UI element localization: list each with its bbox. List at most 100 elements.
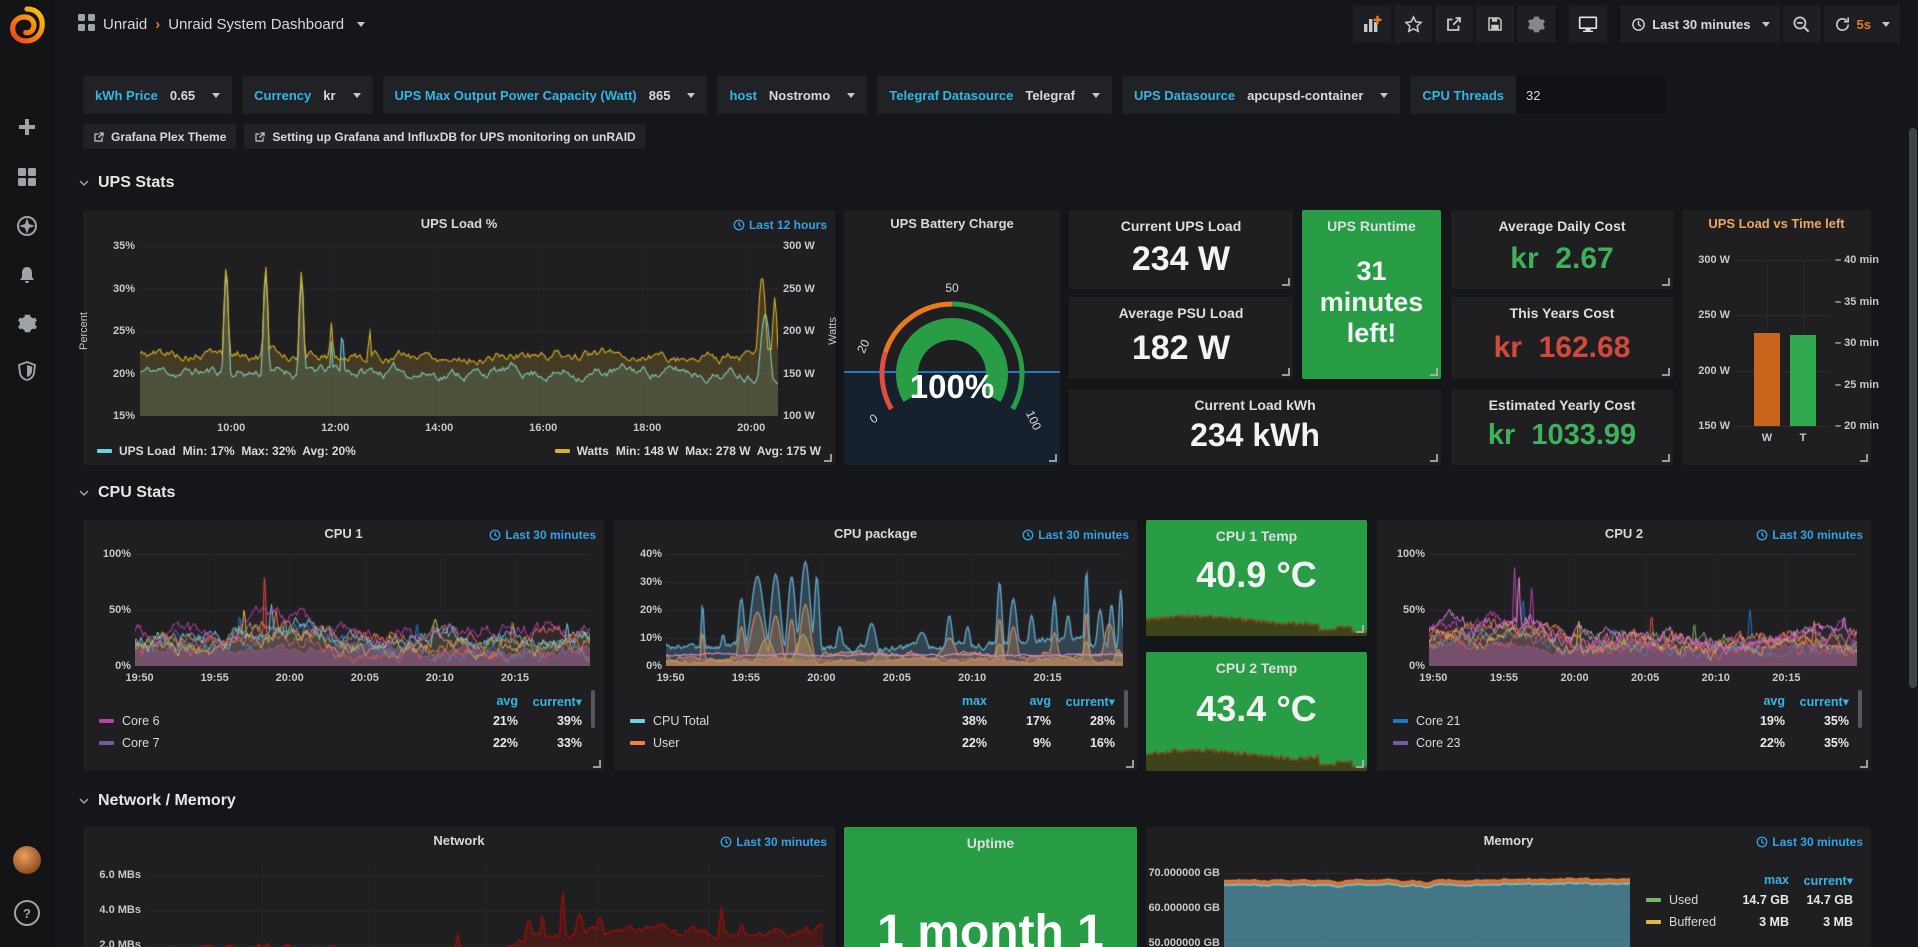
x-tick: 19:55 xyxy=(1490,672,1518,684)
memory-chart[interactable] xyxy=(1224,860,1630,947)
variable-telegraf-datasource[interactable]: Telegraf DatasourceTelegraf xyxy=(877,76,1112,114)
bar-t[interactable] xyxy=(1790,335,1816,426)
refresh-interval-label[interactable]: 5s xyxy=(1857,17,1871,32)
stat-average-daily-cost[interactable]: Average Daily Cost kr 2.67 xyxy=(1451,210,1673,289)
share-button[interactable] xyxy=(1435,5,1473,43)
variable-value[interactable]: Telegraf xyxy=(1025,88,1075,103)
panel-title[interactable]: UPS Load % xyxy=(83,216,835,231)
cpu2-chart[interactable] xyxy=(1429,554,1857,666)
time-range-picker[interactable]: Last 30 minutes xyxy=(1621,5,1779,43)
stat-cpu1-temp[interactable]: CPU 1 Temp 40.9 °C xyxy=(1146,520,1367,636)
server-admin-shield-icon[interactable] xyxy=(0,354,54,388)
legend-column-header[interactable]: current▾ xyxy=(1789,873,1853,888)
legend-column-header[interactable]: max xyxy=(1725,873,1789,887)
star-button[interactable] xyxy=(1394,5,1432,43)
legend-column-header[interactable]: current▾ xyxy=(518,694,582,709)
section-network-memory[interactable]: Network / Memory xyxy=(78,792,236,810)
save-button[interactable] xyxy=(1476,5,1514,43)
legend-column-header[interactable]: avg xyxy=(1721,694,1785,708)
variable-value[interactable]: Nostromo xyxy=(769,88,830,103)
variable-value[interactable]: 0.65 xyxy=(170,88,195,103)
legend-column-header[interactable]: current▾ xyxy=(1785,694,1849,709)
legend-series-name[interactable]: Watts xyxy=(577,444,609,458)
panel-title[interactable]: UPS Battery Charge xyxy=(844,216,1060,231)
legend-series-name[interactable]: UPS Load xyxy=(119,444,176,458)
stat-current-ups-load[interactable]: Current UPS Load 234 W xyxy=(1069,210,1293,289)
variable-kwh-price[interactable]: kWh Price0.65 xyxy=(83,76,232,114)
page-scrollbar[interactable] xyxy=(1909,128,1917,688)
legend-series-name[interactable]: User xyxy=(653,736,679,750)
kiosk-monitor-button[interactable] xyxy=(1569,5,1607,43)
configuration-gear-icon[interactable] xyxy=(0,306,54,340)
refresh-button[interactable]: 5s xyxy=(1824,5,1900,43)
section-ups-stats[interactable]: UPS Stats xyxy=(78,174,174,192)
add-panel-button[interactable] xyxy=(1353,5,1391,43)
breadcrumb-app[interactable]: Unraid xyxy=(103,16,147,33)
network-chart[interactable] xyxy=(147,860,823,947)
legend-series-name[interactable]: Core 21 xyxy=(1416,714,1460,728)
legend-scrollbar[interactable] xyxy=(1124,690,1128,728)
y-tick: 10% xyxy=(640,632,662,644)
legend-column-header[interactable]: avg xyxy=(987,694,1051,708)
stat-this-years-cost[interactable]: This Years Cost kr 162.68 xyxy=(1451,297,1673,379)
variable-host[interactable]: hostNostromo xyxy=(717,76,867,114)
cpu1-chart[interactable] xyxy=(135,554,590,666)
y-tick: – 30 min xyxy=(1835,337,1879,349)
y-tick: 100% xyxy=(1397,548,1425,560)
panel-time-range[interactable]: Last 30 minutes xyxy=(1756,528,1863,542)
cpu-package-chart[interactable] xyxy=(666,554,1123,666)
legend-series-name[interactable]: Core 7 xyxy=(122,736,160,750)
legend-series-name[interactable]: Core 6 xyxy=(122,714,160,728)
stat-cpu2-temp[interactable]: CPU 2 Temp 43.4 °C xyxy=(1146,652,1367,771)
clock-icon xyxy=(1756,836,1768,848)
variable-value[interactable]: kr xyxy=(323,88,335,103)
stat-uptime[interactable]: Uptime 1 month 1 xyxy=(844,827,1137,947)
explore-compass-icon[interactable] xyxy=(0,209,54,243)
dashboard-link[interactable]: Setting up Grafana and InfluxDB for UPS … xyxy=(244,124,645,149)
panel-title[interactable]: UPS Load vs Time left xyxy=(1682,216,1871,231)
breadcrumb[interactable]: Unraid › Unraid System Dashboard xyxy=(78,14,365,35)
panel-time-range[interactable]: Last 30 minutes xyxy=(1756,835,1863,849)
legend-column-header[interactable]: avg xyxy=(454,694,518,708)
zoom-out-button[interactable] xyxy=(1783,5,1821,43)
variable-ups-max-output-power-capacity-watt[interactable]: UPS Max Output Power Capacity (Watt)865 xyxy=(383,76,708,114)
battery-gauge[interactable]: 02050100 xyxy=(852,276,1052,451)
alerting-bell-icon[interactable] xyxy=(0,258,54,292)
legend-scrollbar[interactable] xyxy=(1858,690,1862,728)
panel-ups-battery-charge: UPS Battery Charge 02050100 100% xyxy=(844,210,1060,465)
stat-estimated-yearly-cost[interactable]: Estimated Yearly Cost kr 1033.99 xyxy=(1451,389,1673,465)
stat-ups-runtime[interactable]: UPS Runtime 31 minutes left! xyxy=(1302,210,1441,379)
dashboard-link[interactable]: Grafana Plex Theme xyxy=(83,124,236,149)
settings-gear-button[interactable] xyxy=(1517,5,1555,43)
section-cpu-stats[interactable]: CPU Stats xyxy=(78,484,175,502)
user-avatar[interactable] xyxy=(0,843,54,877)
variable-currency[interactable]: Currencykr xyxy=(242,76,372,114)
panel-time-range[interactable]: Last 30 minutes xyxy=(489,528,596,542)
panel-time-range[interactable]: Last 30 minutes xyxy=(720,835,827,849)
legend-series-name[interactable]: Buffered xyxy=(1669,915,1716,929)
legend-series-name[interactable]: Core 23 xyxy=(1416,736,1460,750)
dashboards-icon[interactable] xyxy=(0,160,54,194)
variable-ups-datasource[interactable]: UPS Datasourceapcupsd-container xyxy=(1122,76,1400,114)
legend-series-name[interactable]: CPU Total xyxy=(653,714,709,728)
legend-scrollbar[interactable] xyxy=(591,690,595,728)
create-plus-icon[interactable] xyxy=(0,110,54,144)
bar-w[interactable] xyxy=(1754,333,1780,426)
legend-swatch xyxy=(1393,719,1408,723)
stat-current-load-kwh[interactable]: Current Load kWh 234 kWh xyxy=(1069,389,1441,465)
stat-average-psu-load[interactable]: Average PSU Load 182 W xyxy=(1069,297,1293,379)
legend-column-header[interactable]: max xyxy=(923,694,987,708)
panel-time-range[interactable]: Last 12 hours xyxy=(733,218,827,232)
help-icon[interactable]: ? xyxy=(0,896,54,930)
stat-title: Current Load kWh xyxy=(1069,397,1441,413)
variable-input[interactable]: 32 xyxy=(1516,76,1666,114)
panel-time-range[interactable]: Last 30 minutes xyxy=(1022,528,1129,542)
legend-column-header[interactable]: current▾ xyxy=(1051,694,1115,709)
ups-load-chart[interactable] xyxy=(140,246,778,416)
breadcrumb-page[interactable]: Unraid System Dashboard xyxy=(168,16,344,33)
variable-value[interactable]: 865 xyxy=(649,88,671,103)
grafana-logo-icon[interactable] xyxy=(7,5,47,45)
legend-series-name[interactable]: Used xyxy=(1669,893,1698,907)
variable-cpu-threads[interactable]: CPU Threads32 xyxy=(1410,76,1666,114)
variable-value[interactable]: apcupsd-container xyxy=(1247,88,1363,103)
